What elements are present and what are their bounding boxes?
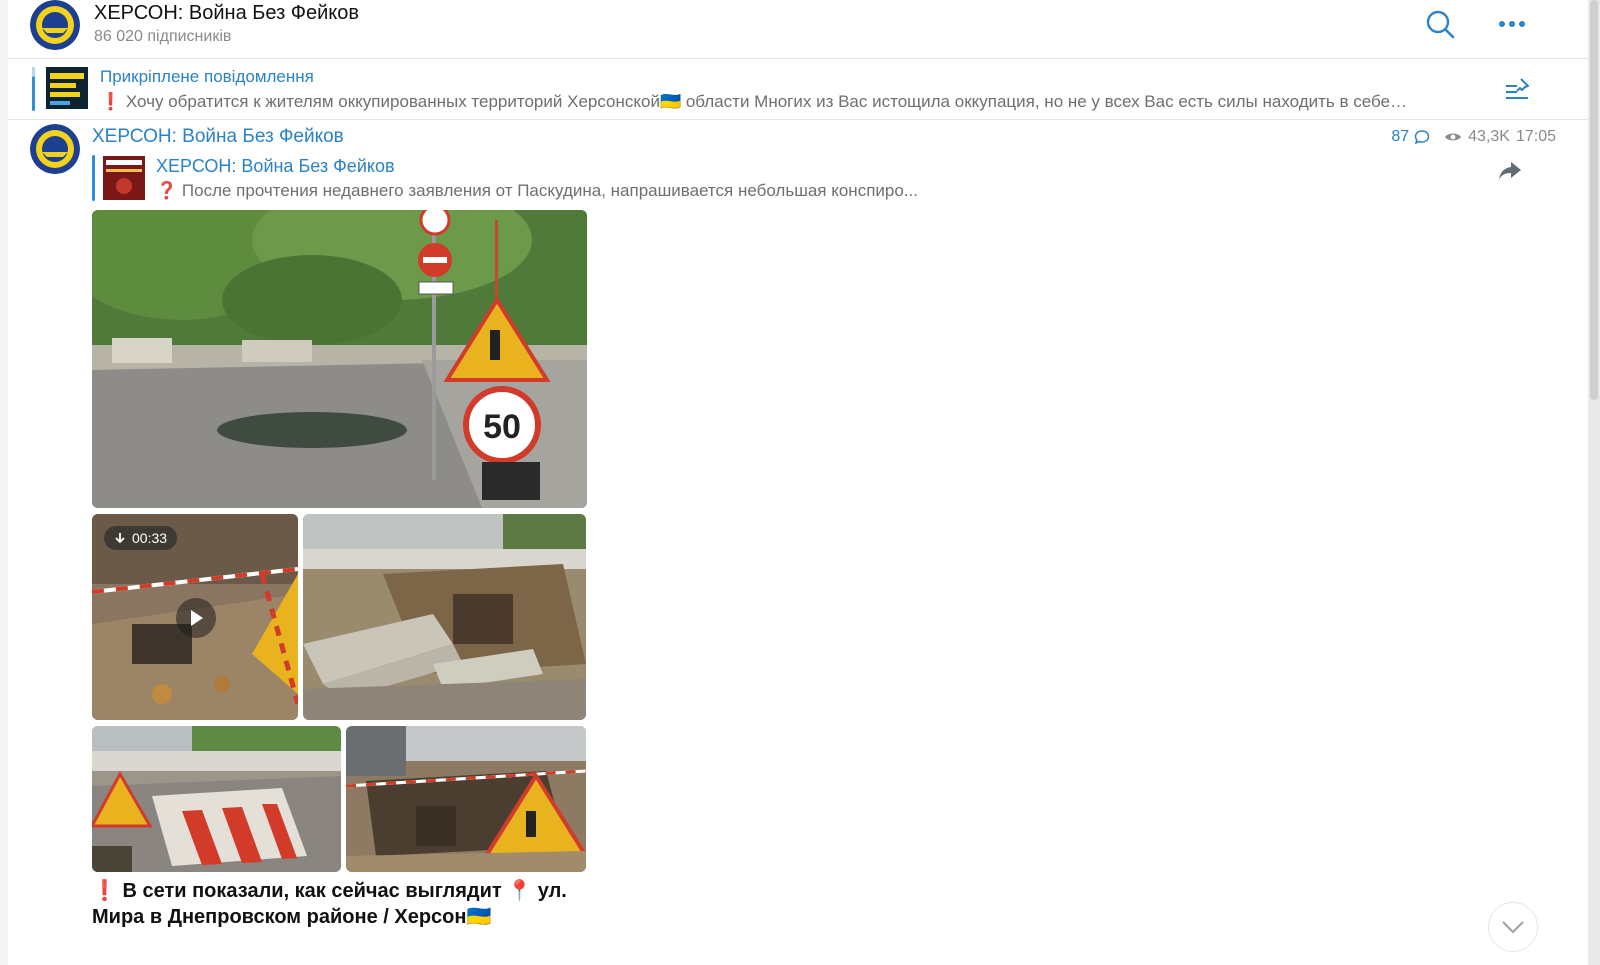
play-icon[interactable]: [176, 598, 216, 638]
forwarded-thumbnail[interactable]: [103, 156, 145, 200]
svg-text:50: 50: [483, 408, 521, 446]
forwarded-indicator: [92, 155, 95, 201]
scrollbar-thumb[interactable]: [1590, 0, 1598, 400]
download-icon: [115, 533, 125, 544]
left-pane-edge: [0, 0, 8, 965]
video-duration: 00:33: [132, 530, 168, 546]
pinned-indicator-segment: [32, 67, 35, 77]
views-count: 43,3K: [1468, 128, 1510, 145]
forwarded-from-title[interactable]: ХЕРСОН: Война Без Фейков: [156, 156, 395, 177]
message-caption: ❗️ В сети показали, как сейчас выглядит …: [92, 878, 592, 930]
chat-header: ХЕРСОН: Война Без Фейков 86 020 підписни…: [8, 0, 1588, 59]
pinned-text: ❗️ Хочу обратится к жителям оккупированн…: [100, 92, 1408, 111]
pinned-title: Прикріплене повідомлення: [100, 67, 314, 86]
share-arrow-icon[interactable]: [1494, 156, 1526, 186]
video-duration-badge[interactable]: 00:33: [104, 526, 178, 550]
channel-avatar[interactable]: [30, 0, 80, 50]
message-meta: 87 43,3K 17:05: [1391, 128, 1556, 146]
more-horizontal-icon[interactable]: [1492, 8, 1532, 40]
message-author[interactable]: ХЕРСОН: Война Без Фейков: [92, 126, 344, 148]
photo-trench-sign[interactable]: [346, 726, 586, 872]
caption-line-1: ❗️ В сети показали, как сейчас выглядит …: [92, 880, 567, 902]
photo-road-barrier[interactable]: [92, 726, 341, 872]
comments-count: 87: [1391, 128, 1410, 145]
caption-line-2: Мира в Днепровском районе / Херсон🇺🇦: [92, 906, 492, 928]
eye-icon: [1445, 133, 1462, 141]
search-icon[interactable]: [1422, 6, 1458, 42]
message-author-avatar[interactable]: [30, 124, 80, 174]
forwarded-preview-text[interactable]: ❓ После прочтения недавнего заявления от…: [156, 181, 918, 201]
comment-icon: [1414, 130, 1430, 145]
subscriber-count: 86 020 підписників: [94, 28, 232, 45]
video-trench[interactable]: 00:33: [92, 514, 298, 720]
photo-concrete-slabs[interactable]: [303, 514, 586, 720]
scroll-down-button[interactable]: [1488, 902, 1538, 952]
pinned-thumbnail: [46, 67, 88, 109]
pinned-message-bar[interactable]: Прикріплене повідомлення ❗️ Хочу обратит…: [8, 59, 1588, 120]
pin-list-icon[interactable]: [1502, 73, 1534, 105]
photo-street-signs[interactable]: 50: [92, 210, 587, 508]
message-time: 17:05: [1515, 128, 1556, 145]
channel-title[interactable]: ХЕРСОН: Война Без Фейков: [94, 2, 359, 25]
chevron-down-icon: [1502, 921, 1524, 934]
comments-button[interactable]: 87: [1391, 128, 1430, 146]
